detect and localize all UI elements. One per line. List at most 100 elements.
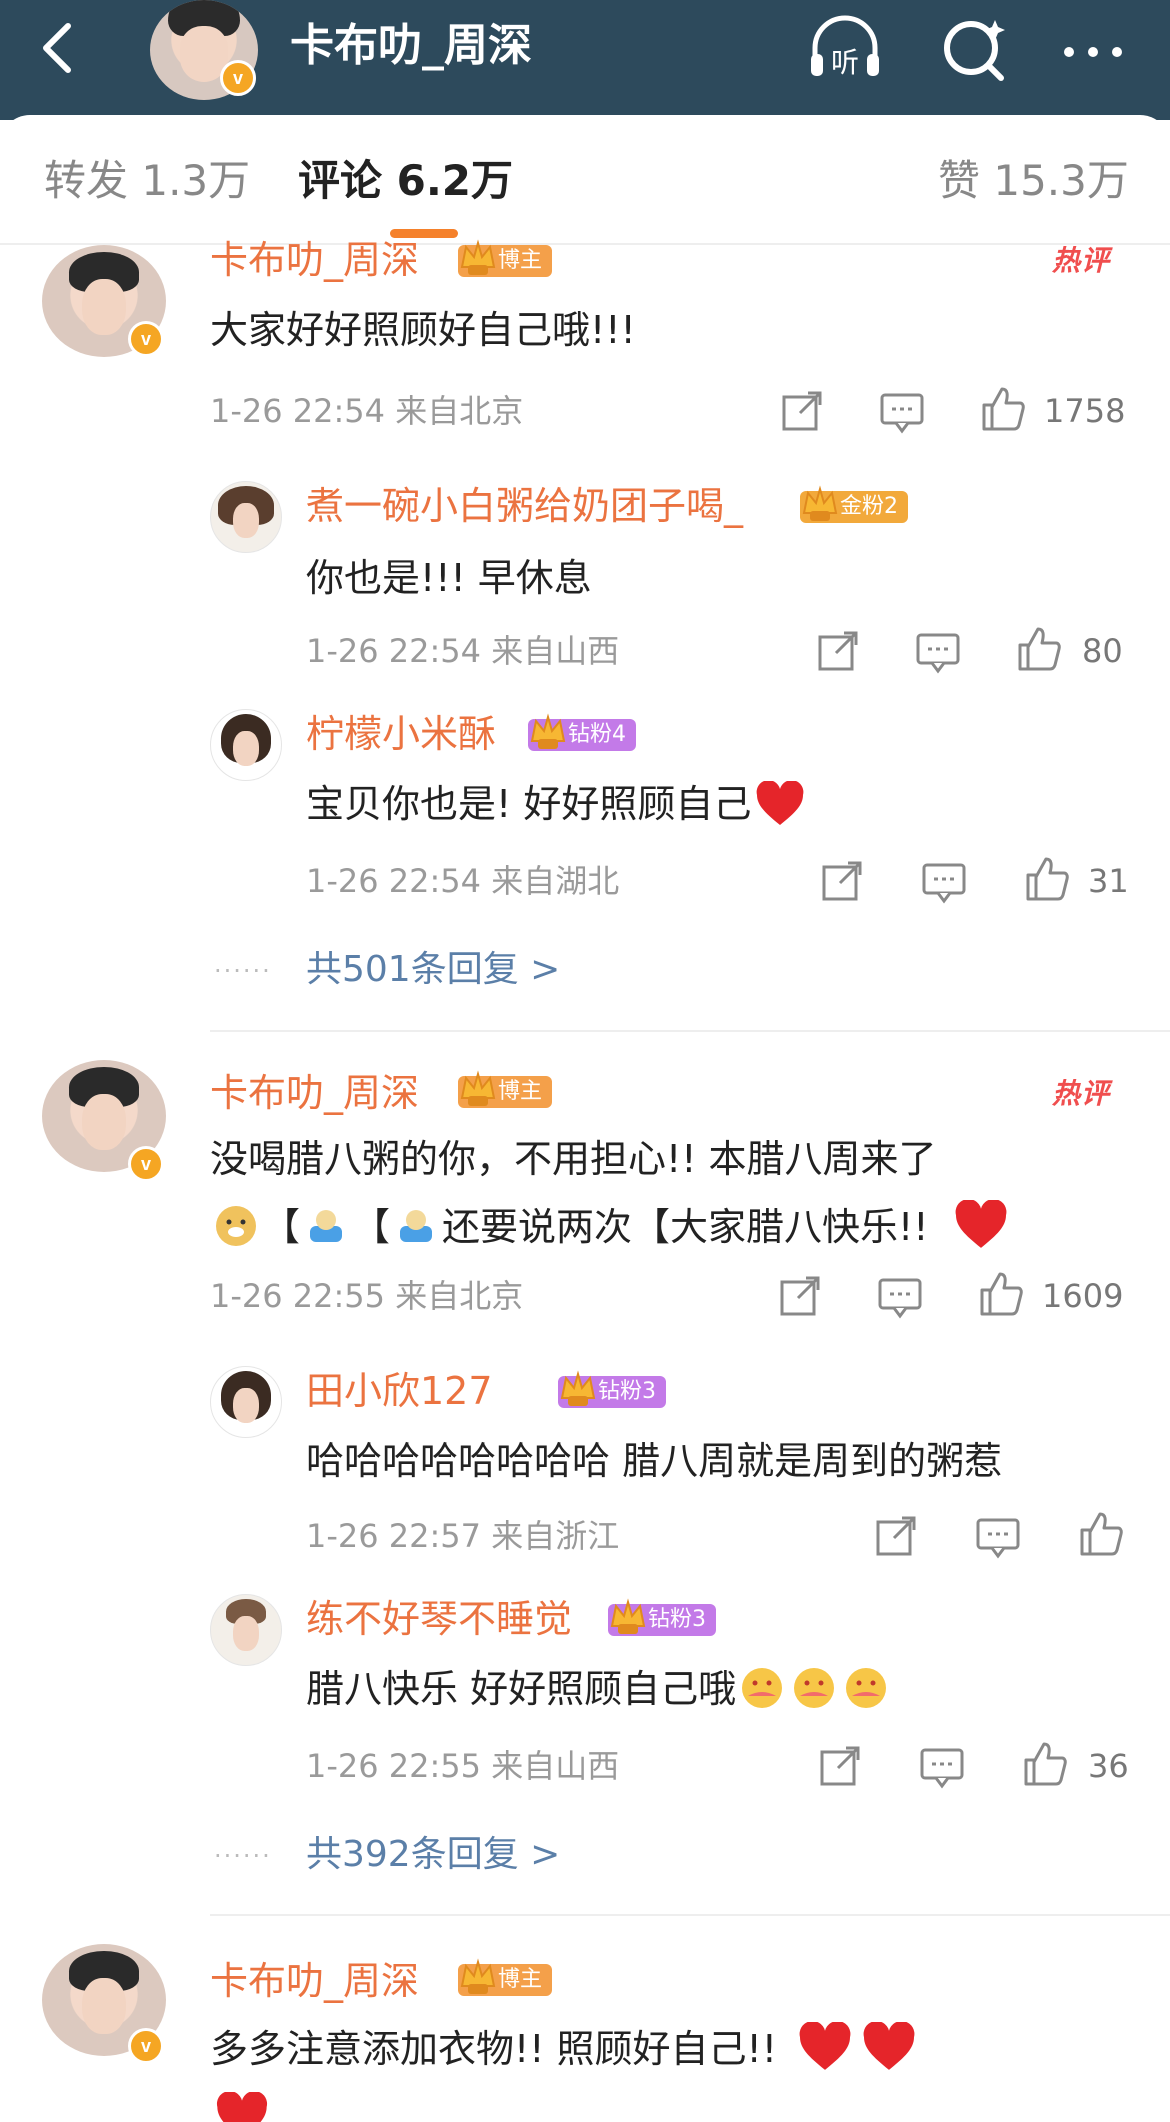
listen-label: 听 <box>831 46 859 79</box>
hot-comment-badge: 热评 <box>1052 1077 1111 1110</box>
badge-label: 钻粉3 <box>598 1379 656 1404</box>
reply-avatar[interactable] <box>210 1366 282 1438</box>
hug-emoji-icon <box>794 1668 835 1708</box>
comment-text: 大家好好照顾好自己哦!!! <box>210 308 636 352</box>
porridge-emoji-icon <box>400 1210 433 1242</box>
tab-reposts[interactable]: 转发 1.3万 <box>44 153 250 209</box>
like-icon[interactable] <box>978 385 1026 433</box>
like-icon[interactable] <box>1014 625 1062 673</box>
repost-icon[interactable] <box>818 857 866 905</box>
doge-emoji-icon <box>216 1206 256 1246</box>
badge-label: 博主 <box>498 1967 543 1992</box>
hot-comment-badge: 热评 <box>1052 244 1111 277</box>
page-title: 卡布叻_周深 <box>290 20 532 71</box>
comment-text-line1: 没喝腊八粥的你，不用担心!! 本腊八周来了 <box>210 1137 937 1181</box>
like-count: 1609 <box>1042 1277 1124 1315</box>
reply-text: 腊八快乐 好好照顾自己哦 <box>306 1662 892 1716</box>
crown-icon <box>560 1370 596 1406</box>
reply-meta: 1-26 22:54 来自湖北 <box>306 862 620 900</box>
comment-icon[interactable] <box>974 1512 1022 1560</box>
comment-text-line2: 【【还要说两次【大家腊八快乐!! <box>210 1200 1013 1254</box>
badge-label: 金粉2 <box>840 494 898 519</box>
blogger-badge: 博主 <box>458 1958 553 1996</box>
crown-icon <box>610 1598 646 1634</box>
heart-emoji-icon <box>756 781 804 825</box>
reply-meta: 1-26 22:55 来自山西 <box>306 1747 620 1785</box>
listen-icon[interactable]: 听 <box>805 14 885 84</box>
divider <box>210 1914 1170 1916</box>
like-icon[interactable] <box>1022 855 1070 903</box>
search-icon[interactable] <box>935 14 1015 84</box>
reply-avatar[interactable] <box>210 709 282 781</box>
fan-badge-diamond: 钻粉3 <box>608 1598 716 1636</box>
verified-icon: v <box>220 60 256 96</box>
hug-emoji-icon <box>742 1668 783 1708</box>
dots-separator: ······ <box>214 957 272 985</box>
reply-author[interactable]: 田小欣127 <box>306 1366 493 1416</box>
like-count: 31 <box>1088 862 1129 900</box>
fan-badge-diamond: 钻粉4 <box>528 713 636 751</box>
like-icon[interactable] <box>1020 1740 1068 1788</box>
reply-meta: 1-26 22:57 来自浙江 <box>306 1517 620 1555</box>
reply-avatar[interactable] <box>210 1594 282 1666</box>
like-icon[interactable] <box>1076 1510 1124 1558</box>
reply-text: 宝贝你也是! 好好照顾自己 <box>306 777 809 831</box>
hug-emoji-icon <box>846 1668 887 1708</box>
fan-badge-diamond: 钻粉3 <box>558 1370 666 1408</box>
comment-icon[interactable] <box>878 387 926 435</box>
repost-icon[interactable] <box>778 387 826 435</box>
like-count: 1758 <box>1044 392 1126 430</box>
reply-author[interactable]: 柠檬小米酥 <box>306 709 496 759</box>
crown-icon <box>460 239 496 275</box>
verified-icon: v <box>128 321 164 357</box>
heart-emoji-icon <box>216 2092 268 2122</box>
comment-icon[interactable] <box>918 1742 966 1790</box>
repost-icon[interactable] <box>816 1742 864 1790</box>
verified-icon: v <box>128 2028 164 2064</box>
heart-emoji-icon <box>863 2022 915 2070</box>
comment-icon[interactable] <box>914 627 962 675</box>
reply-meta: 1-26 22:54 来自山西 <box>306 632 620 670</box>
comment-icon[interactable] <box>876 1272 924 1320</box>
comment-author[interactable]: 卡布叻_周深 <box>210 235 419 285</box>
comment-author[interactable]: 卡布叻_周深 <box>210 1068 419 1118</box>
comment-text-content: 多多注意添加衣物!! 照顾好自己!! <box>210 2027 778 2071</box>
reply-author[interactable]: 练不好琴不睡觉 <box>306 1594 572 1644</box>
tab-likes[interactable]: 赞 15.3万 <box>938 153 1129 209</box>
reply-text-content: 腊八快乐 好好照顾自己哦 <box>306 1667 737 1711</box>
more-options-icon[interactable] <box>1055 14 1135 84</box>
comment-text: 多多注意添加衣物!! 照顾好自己!! <box>210 2022 921 2076</box>
comment-icon[interactable] <box>920 857 968 905</box>
view-replies-link[interactable]: 共501条回复 > <box>306 945 560 995</box>
crown-icon <box>802 485 838 521</box>
top-bar: v 卡布叻_周深 听 <box>0 0 1170 120</box>
blogger-badge: 博主 <box>458 1070 553 1108</box>
porridge-emoji-icon <box>310 1210 343 1242</box>
badge-label: 博主 <box>498 1079 543 1104</box>
heart-emoji-icon <box>799 2022 851 2070</box>
comment-meta: 1-26 22:54 来自北京 <box>210 392 524 430</box>
reply-avatar[interactable] <box>210 481 282 553</box>
badge-label: 钻粉3 <box>648 1607 706 1632</box>
badge-label: 钻粉4 <box>568 722 626 747</box>
tab-comments[interactable]: 评论 6.2万 <box>298 153 513 209</box>
reply-text: 你也是!!! 早休息 <box>306 556 592 600</box>
reply-text-content: 宝贝你也是! 好好照顾自己 <box>306 782 752 826</box>
crown-icon <box>460 1070 496 1106</box>
like-count: 36 <box>1088 1747 1129 1785</box>
like-icon[interactable] <box>976 1270 1024 1318</box>
reply-author[interactable]: 煮一碗小白粥给奶团子喝_ <box>306 481 743 531</box>
crown-icon <box>460 1958 496 1994</box>
comment-author[interactable]: 卡布叻_周深 <box>210 1956 419 2006</box>
badge-label: 博主 <box>498 248 543 273</box>
fan-badge-gold: 金粉2 <box>800 485 908 523</box>
back-arrow-icon[interactable] <box>30 18 90 78</box>
like-count: 80 <box>1082 632 1123 670</box>
repost-icon[interactable] <box>814 627 862 675</box>
view-replies-link[interactable]: 共392条回复 > <box>306 1830 560 1880</box>
tab-bar: 转发 1.3万 评论 6.2万 赞 15.3万 <box>0 115 1170 245</box>
blogger-badge: 博主 <box>458 239 553 277</box>
repost-icon[interactable] <box>872 1512 920 1560</box>
divider <box>210 1030 1170 1032</box>
repost-icon[interactable] <box>776 1272 824 1320</box>
